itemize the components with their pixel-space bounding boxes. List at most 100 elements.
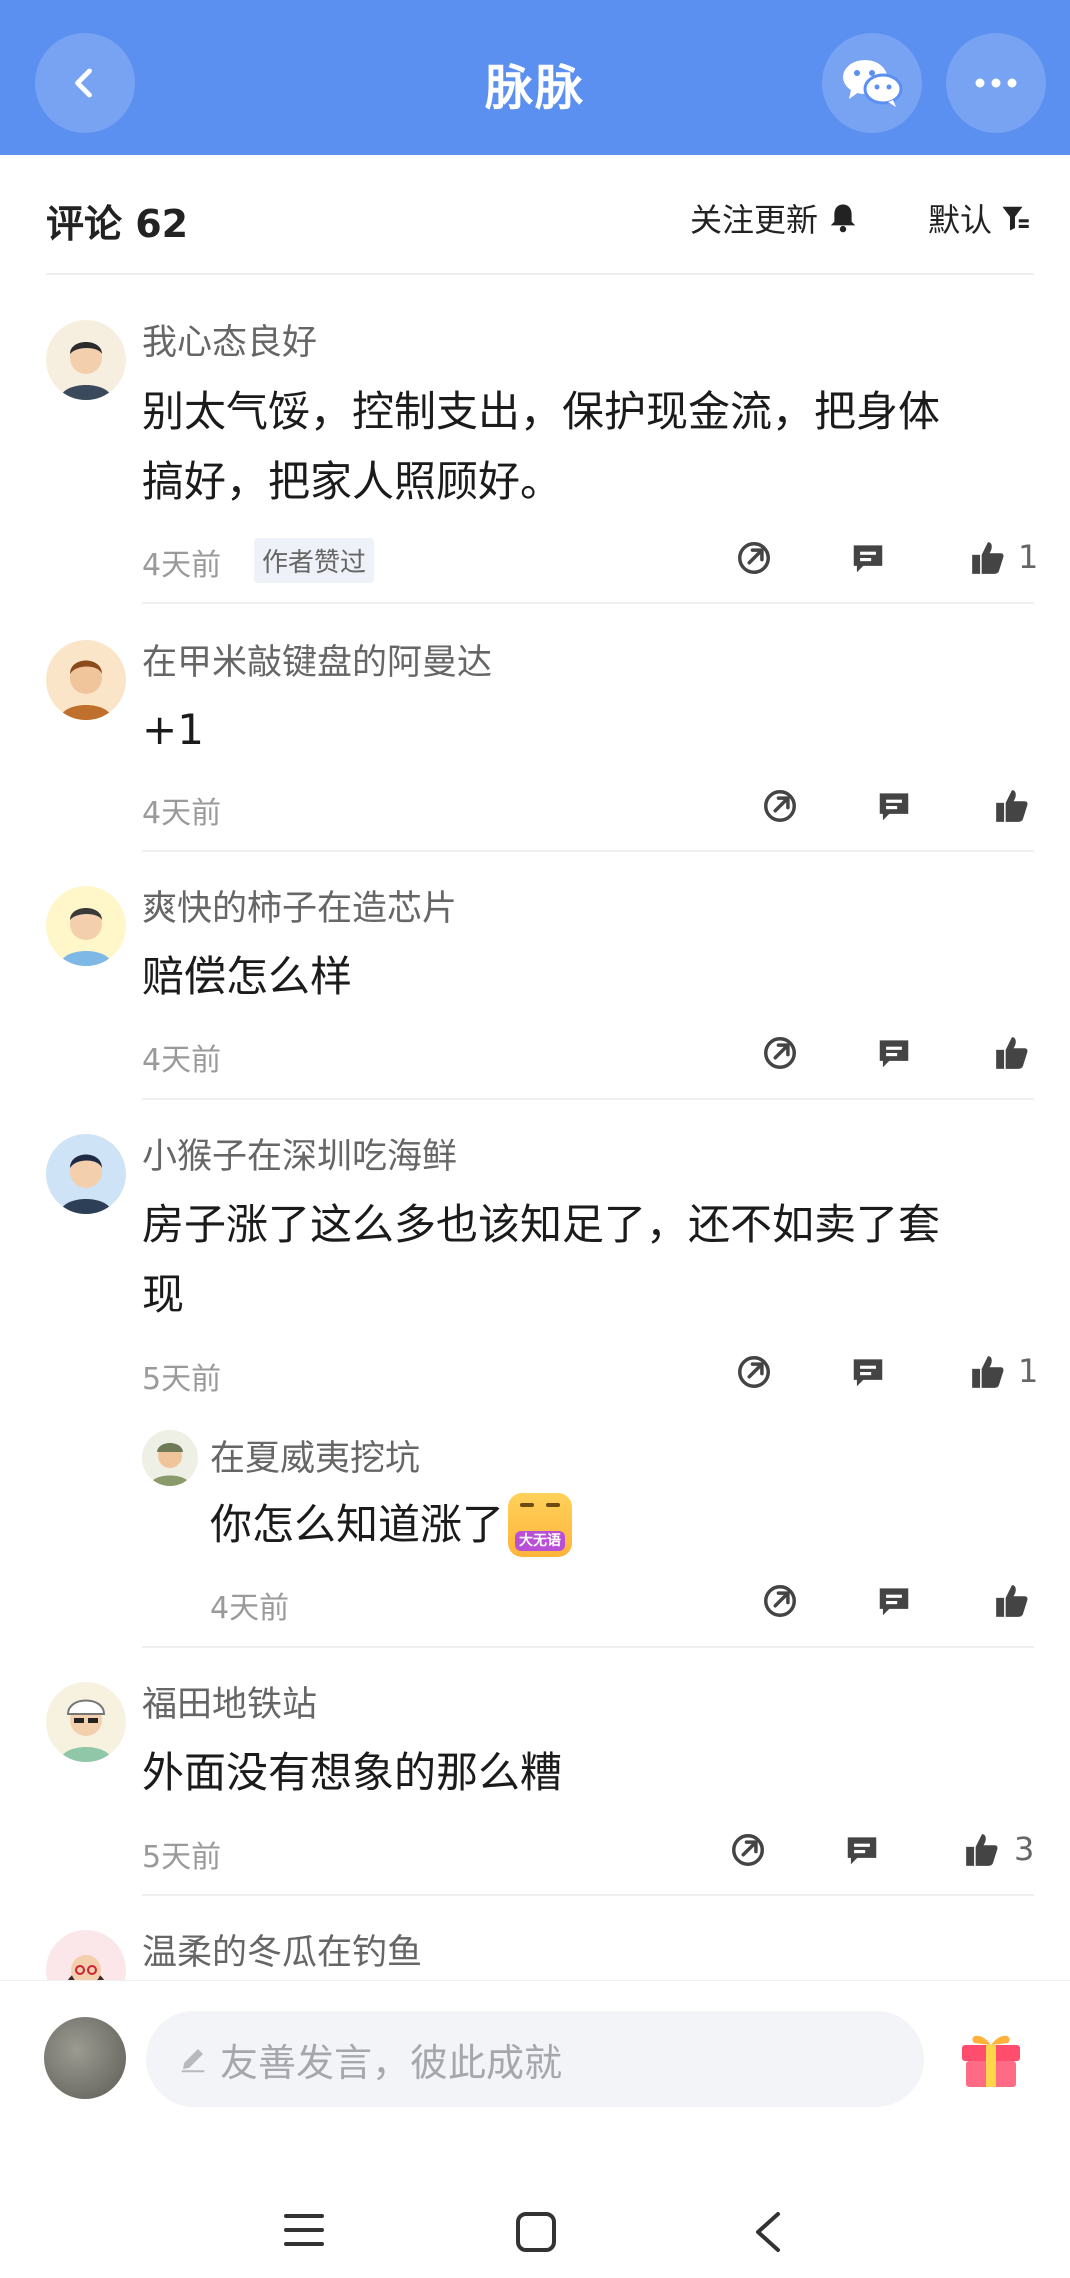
share-arrow-icon (738, 1356, 770, 1388)
comments-count-title: 评论 62 (46, 202, 189, 246)
comment-author[interactable]: 温柔的冬瓜在钓鱼 (142, 1924, 422, 1975)
emoji-sticker: 大无语 (508, 1493, 573, 1557)
more-button[interactable] (946, 33, 1046, 133)
avatar[interactable] (46, 1682, 126, 1762)
reply-button[interactable] (848, 1352, 888, 1392)
thumbs-up-icon (972, 1356, 1004, 1388)
comment-divider (142, 1894, 1034, 1896)
comment-time: 5天前 (142, 1362, 222, 1397)
comment-text-line: +1 (142, 705, 204, 754)
share-button[interactable] (760, 1581, 800, 1621)
share-button[interactable] (734, 538, 774, 578)
comments-header: 评论 62 关注更新 默认 (0, 155, 1070, 275)
comment-bubble-icon (879, 1588, 909, 1616)
back-triangle-icon (756, 2212, 780, 2252)
comment-divider (142, 850, 1034, 852)
comment-author[interactable]: 在甲米敲键盘的阿曼达 (142, 634, 492, 685)
comment-bubble-icon (847, 1837, 877, 1865)
comment-list[interactable]: 我心态良好 别太气馁，控制支出，保护现金流，把身体 搞好，把家人照顾好。 4天前… (0, 280, 1070, 1980)
like-button[interactable] (992, 786, 1032, 826)
home-button[interactable] (514, 2210, 558, 2258)
comment-text-line: 搞好，把家人照顾好。 (142, 457, 563, 506)
my-avatar[interactable] (44, 2017, 126, 2099)
thumbs-up-icon (972, 542, 1004, 574)
comment-text-line: 房子涨了这么多也该知足了，还不如卖了套 (142, 1200, 941, 1249)
reply-time: 4天前 (210, 1591, 290, 1626)
thumbs-up-icon (996, 790, 1028, 822)
follow-updates-label: 关注更新 (690, 201, 819, 239)
reply-button[interactable] (874, 1581, 914, 1621)
comment-author[interactable]: 福田地铁站 (142, 1676, 317, 1727)
system-nav-bar (0, 2180, 1070, 2278)
avatar[interactable] (142, 1430, 198, 1486)
comment-bubble-icon (879, 793, 909, 821)
share-arrow-icon (764, 1037, 796, 1069)
like-button[interactable] (992, 1033, 1032, 1073)
reply-button[interactable] (848, 538, 888, 578)
like-button[interactable] (968, 538, 1008, 578)
filter-icon (1002, 206, 1029, 231)
comment-time: 4天前 (142, 548, 222, 583)
wechat-icon (843, 60, 903, 107)
wechat-share-button[interactable] (822, 33, 922, 133)
share-button[interactable] (760, 786, 800, 826)
thumbs-up-icon (966, 1834, 998, 1866)
reply-button[interactable] (874, 1033, 914, 1073)
comment-time: 4天前 (142, 1043, 222, 1078)
bell-icon (830, 204, 856, 233)
comment-author[interactable]: 小猴子在深圳吃海鲜 (142, 1128, 457, 1179)
reply-button[interactable] (842, 1830, 882, 1870)
system-back-button[interactable] (750, 2210, 786, 2258)
share-button[interactable] (728, 1830, 768, 1870)
reply-button[interactable] (874, 786, 914, 826)
share-arrow-icon (764, 1585, 796, 1617)
thumbs-up-icon (996, 1037, 1028, 1069)
pen-icon (181, 2049, 205, 2073)
reply-text: 你怎么知道涨了 (210, 1500, 505, 1549)
header-divider (46, 273, 1034, 275)
thumbs-up-icon (996, 1585, 1028, 1617)
avatar[interactable] (46, 1134, 126, 1214)
avatar[interactable] (46, 320, 126, 400)
author-liked-badge: 作者赞过 (254, 538, 375, 583)
comment-divider (142, 602, 1034, 604)
more-dots-icon (975, 78, 1017, 88)
share-button[interactable] (734, 1352, 774, 1392)
comment-divider (142, 1646, 1034, 1648)
reply-author[interactable]: 在夏威夷挖坑 (210, 1430, 420, 1481)
app-header: 脉脉 (0, 0, 1070, 155)
comment-input-placeholder: 友善发言，彼此成就 (220, 2040, 563, 2085)
sort-default-button[interactable]: 默认 (928, 195, 1030, 241)
share-button[interactable] (760, 1033, 800, 1073)
comment-text-line: 外面没有想象的那么糟 (142, 1748, 563, 1797)
like-button[interactable] (962, 1830, 1002, 1870)
comment-input[interactable]: 友善发言，彼此成就 (146, 2011, 924, 2107)
follow-updates-button[interactable]: 关注更新 (690, 195, 858, 241)
gift-button[interactable] (956, 2021, 1026, 2091)
comment-author[interactable]: 我心态良好 (142, 314, 317, 365)
comment-text-line: 赔偿怎么样 (142, 952, 353, 1001)
home-square-icon (516, 2212, 556, 2252)
comment-time: 5天前 (142, 1840, 222, 1875)
share-arrow-icon (732, 1834, 764, 1866)
like-count: 1 (1018, 538, 1039, 576)
sort-label: 默认 (928, 201, 993, 239)
avatar[interactable] (46, 1930, 126, 1980)
comment-time: 4天前 (142, 796, 222, 831)
like-button[interactable] (968, 1352, 1008, 1392)
gift-icon (962, 2035, 1020, 2087)
share-arrow-icon (738, 542, 770, 574)
menu-button[interactable] (282, 2210, 326, 2254)
comment-divider (142, 1098, 1034, 1100)
avatar[interactable] (46, 886, 126, 966)
share-arrow-icon (764, 790, 796, 822)
comment-input-bar: 友善发言，彼此成就 (0, 1980, 1070, 2130)
comment-bubble-icon (879, 1040, 909, 1068)
emoji-label: 大无语 (515, 1531, 566, 1551)
reply-text-row: 你怎么知道涨了 大无语 (210, 1490, 573, 1560)
like-button[interactable] (992, 1581, 1032, 1621)
avatar[interactable] (46, 640, 126, 720)
comment-bubble-icon (853, 1359, 883, 1387)
comment-text-line: 别太气馁，控制支出，保护现金流，把身体 (142, 387, 941, 436)
comment-author[interactable]: 爽快的柿子在造芯片 (142, 880, 457, 931)
